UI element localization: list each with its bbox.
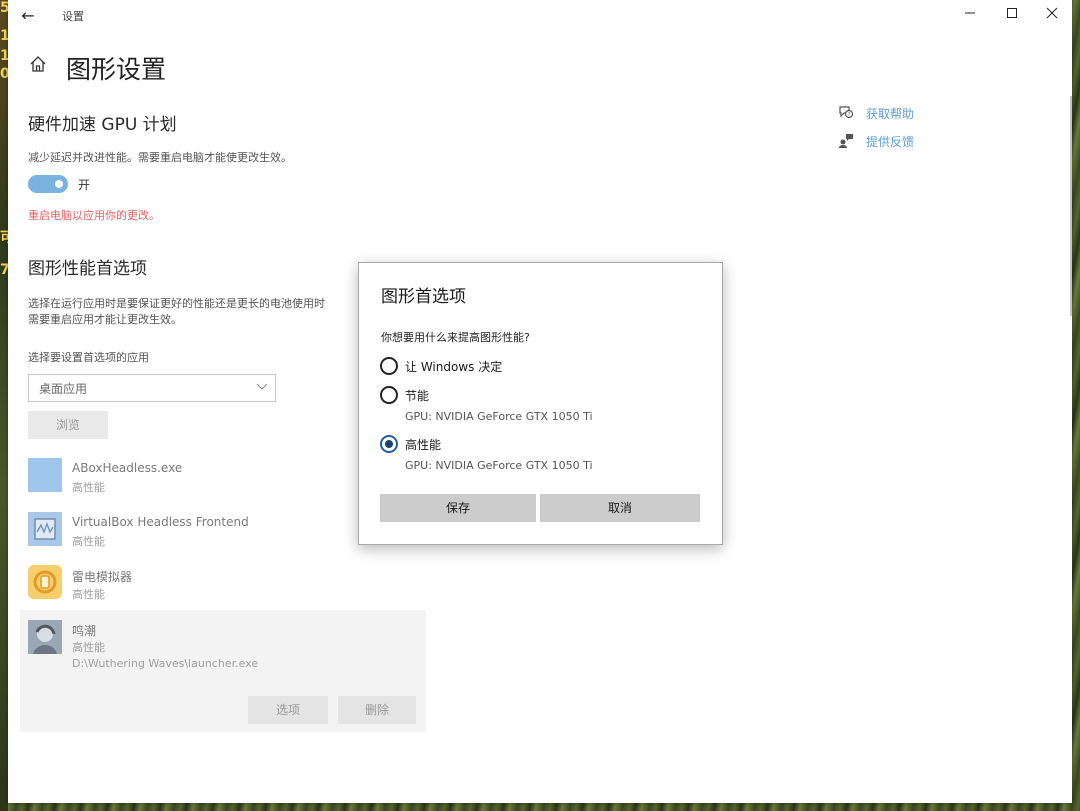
window-title: 设置 xyxy=(62,10,84,23)
title-bar: ← 设置 xyxy=(8,0,1072,32)
graphics-prefs-heading: 图形性能首选项 xyxy=(28,259,147,279)
cancel-button[interactable]: 取消 xyxy=(540,494,700,522)
desktop-char: 5 xyxy=(0,0,8,16)
gpu-scheduling-heading: 硬件加速 GPU 计划 xyxy=(28,115,177,135)
gpu-name: GPU: NVIDIA GeForce GTX 1050 Ti xyxy=(405,410,593,423)
graphics-prefs-description-1: 选择在运行应用时是要保证更好的性能还是更长的电池使用时 xyxy=(28,297,325,310)
minimize-icon xyxy=(965,12,975,14)
app-type-select[interactable]: 桌面应用 xyxy=(28,374,276,402)
app-name: 鸣潮 xyxy=(72,624,97,638)
send-feedback-link[interactable]: 提供反馈 xyxy=(866,133,914,150)
restart-notice: 重启电脑以应用你的更改。 xyxy=(28,209,160,222)
close-button[interactable] xyxy=(1032,0,1072,30)
virtualbox-icon xyxy=(28,512,62,546)
gpu-scheduling-toggle[interactable] xyxy=(28,175,68,193)
wuthering-waves-icon xyxy=(28,620,62,654)
gpu-name: GPU: NVIDIA GeForce GTX 1050 Ti xyxy=(405,459,593,472)
app-type-select-value: 桌面应用 xyxy=(39,382,88,396)
feedback-icon xyxy=(839,134,853,148)
app-preference: 高性能 xyxy=(72,481,105,494)
radio-power-saving[interactable] xyxy=(380,386,398,404)
radio-label: 高性能 xyxy=(405,438,442,452)
dialog-question: 你想要用什么来提高图形性能? xyxy=(381,331,530,344)
minimize-button[interactable] xyxy=(950,0,990,30)
app-list-item[interactable]: 雷电模拟器 高性能 xyxy=(20,563,426,607)
radio-high-performance[interactable] xyxy=(380,435,398,453)
app-name: VirtualBox Headless Frontend xyxy=(72,515,249,529)
get-help-link[interactable]: 获取帮助 xyxy=(866,105,914,122)
graphics-prefs-description-2: 需要重启应用才能让更改生效。 xyxy=(28,313,182,326)
dialog-title: 图形首选项 xyxy=(381,287,466,307)
home-icon[interactable] xyxy=(28,54,48,74)
desktop-char: 0 xyxy=(0,66,8,82)
app-path: D:\Wuthering Waves\launcher.exe xyxy=(72,657,259,670)
app-name: ABoxHeadless.exe xyxy=(72,461,183,475)
desktop-edge: 5 1 1 0 可 7 xyxy=(0,0,8,811)
app-preference: 高性能 xyxy=(72,588,105,601)
radio-label: 让 Windows 决定 xyxy=(405,360,503,374)
app-select-label: 选择要设置首选项的应用 xyxy=(28,351,149,364)
desktop-char: 1 xyxy=(0,48,8,64)
graphics-preference-dialog: 图形首选项 你想要用什么来提高图形性能? 让 Windows 决定 节能 GPU… xyxy=(358,262,723,545)
desktop-char: 可 xyxy=(0,230,8,246)
radio-let-windows-decide[interactable] xyxy=(380,357,398,375)
app-name: 雷电模拟器 xyxy=(72,570,133,584)
desktop-char: 7 xyxy=(0,262,8,278)
toggle-state-label: 开 xyxy=(78,178,91,192)
help-chat-icon: ? xyxy=(839,106,854,119)
maximize-icon xyxy=(1007,8,1017,18)
toggle-knob xyxy=(55,180,63,188)
gpu-scheduling-description: 减少延迟并改进性能。需要重启电脑才能使更改生效。 xyxy=(28,151,292,164)
page-title: 图形设置 xyxy=(66,55,167,84)
options-button[interactable]: 选项 xyxy=(248,696,328,724)
desktop-char: 1 xyxy=(0,28,8,44)
delete-button[interactable]: 删除 xyxy=(338,696,416,724)
save-button[interactable]: 保存 xyxy=(380,494,536,522)
app-preference: 高性能 xyxy=(72,641,105,654)
browse-button[interactable]: 浏览 xyxy=(28,411,108,439)
close-icon xyxy=(1046,7,1058,19)
scrollbar[interactable] xyxy=(1070,96,1072,316)
ldplayer-icon xyxy=(28,565,62,599)
back-button[interactable]: ← xyxy=(16,4,40,28)
radio-label: 节能 xyxy=(405,389,430,403)
app-icon xyxy=(28,458,62,492)
maximize-button[interactable] xyxy=(992,0,1032,30)
app-preference: 高性能 xyxy=(72,535,105,548)
chevron-down-icon xyxy=(256,383,268,390)
svg-text:?: ? xyxy=(848,112,851,118)
